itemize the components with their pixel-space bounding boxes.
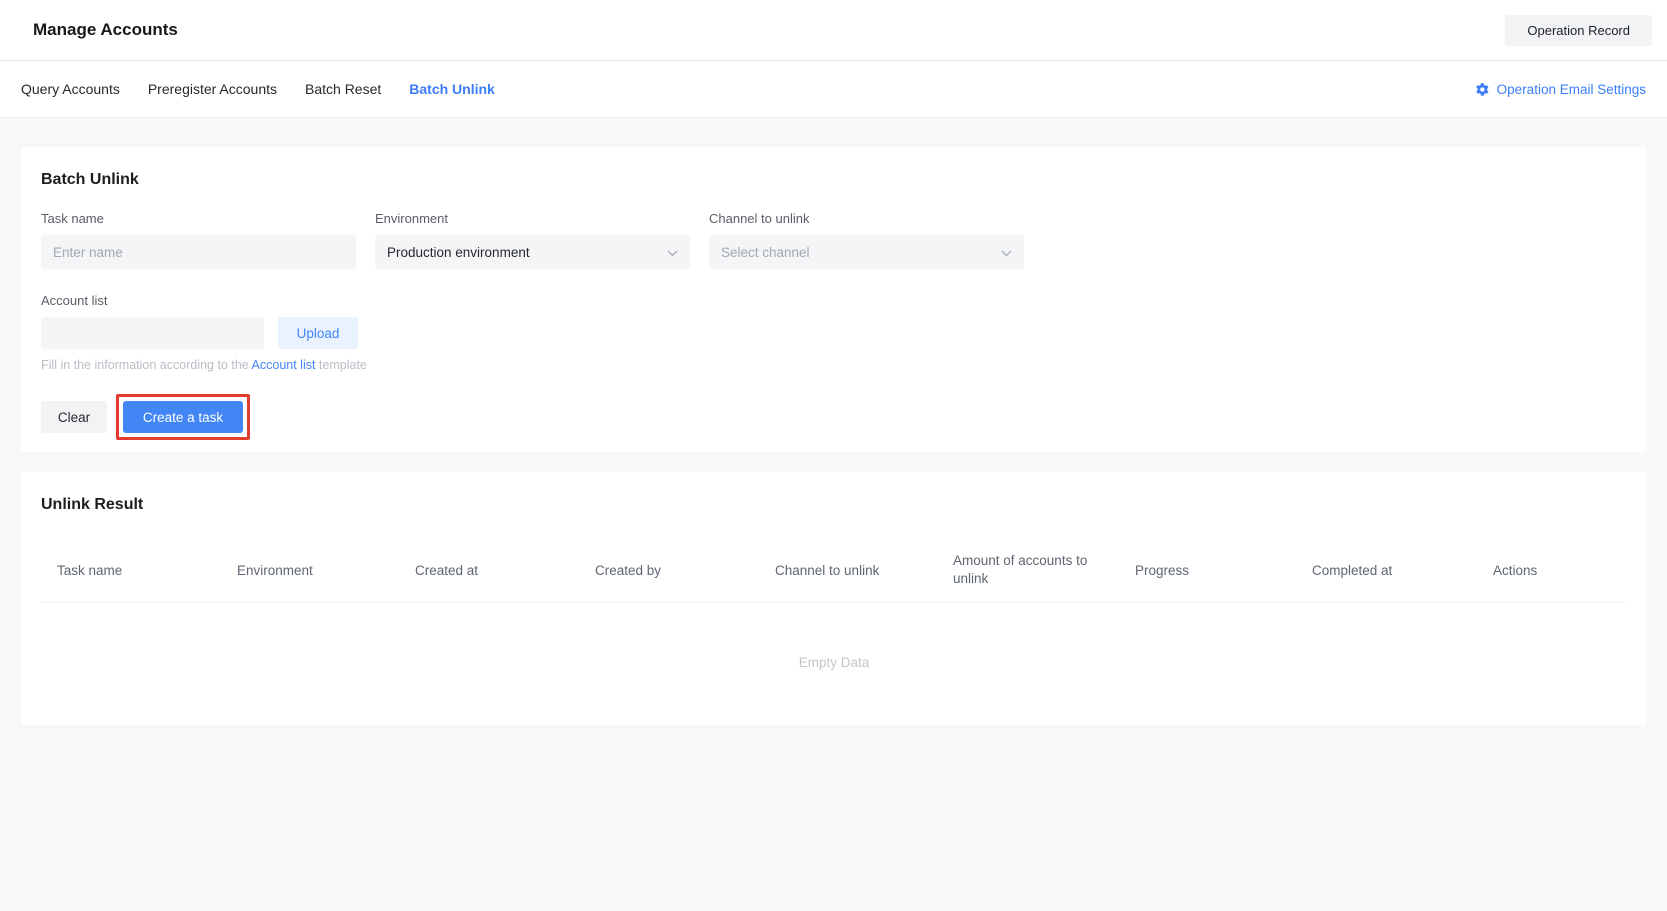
- operation-email-settings-label: Operation Email Settings: [1497, 82, 1646, 97]
- page-header: Manage Accounts Operation Record: [0, 0, 1667, 61]
- account-list-input[interactable]: [41, 317, 264, 349]
- column-header-task-name: Task name: [57, 538, 237, 602]
- account-list-row: Upload: [41, 317, 1627, 349]
- tab-query-accounts[interactable]: Query Accounts: [21, 81, 120, 97]
- gear-icon: [1475, 82, 1490, 97]
- channel-field-group: Channel to unlink Select channel: [709, 211, 1024, 269]
- account-list-label: Account list: [41, 293, 1627, 308]
- upload-button[interactable]: Upload: [278, 317, 358, 349]
- helper-suffix: template: [315, 358, 366, 372]
- column-header-amount-text: Amount of accounts to unlink: [953, 552, 1101, 588]
- tab-batch-reset[interactable]: Batch Reset: [305, 81, 381, 97]
- column-header-channel-to-unlink: Channel to unlink: [775, 538, 953, 602]
- environment-select[interactable]: Production environment: [375, 235, 690, 269]
- task-name-input[interactable]: [41, 235, 356, 269]
- helper-prefix: Fill in the information according to the: [41, 358, 252, 372]
- page-title: Manage Accounts: [33, 20, 178, 40]
- account-list-group: Account list Upload Fill in the informat…: [41, 293, 1627, 372]
- environment-field-group: Environment Production environment: [375, 211, 690, 269]
- batch-unlink-card: Batch Unlink Task name Environment Produ…: [21, 147, 1647, 452]
- column-header-environment: Environment: [237, 538, 415, 602]
- tab-list: Query Accounts Preregister Accounts Batc…: [21, 81, 495, 97]
- environment-selected-value: Production environment: [387, 245, 530, 260]
- form-actions-row: Clear Create a task: [41, 394, 1627, 440]
- tab-bar: Query Accounts Preregister Accounts Batc…: [0, 61, 1667, 118]
- clear-button[interactable]: Clear: [41, 401, 107, 433]
- column-header-actions: Actions: [1493, 538, 1627, 602]
- column-header-created-at: Created at: [415, 538, 595, 602]
- channel-label: Channel to unlink: [709, 211, 1024, 226]
- empty-state-text: Empty Data: [799, 655, 870, 670]
- unlink-result-title: Unlink Result: [41, 496, 1627, 514]
- operation-record-button[interactable]: Operation Record: [1505, 15, 1652, 46]
- batch-unlink-title: Batch Unlink: [41, 171, 1627, 189]
- task-name-field-group: Task name: [41, 211, 356, 269]
- annotation-highlight-box: Create a task: [116, 394, 250, 440]
- create-task-button[interactable]: Create a task: [123, 401, 243, 433]
- column-header-progress: Progress: [1135, 538, 1312, 602]
- empty-state: Empty Data: [41, 603, 1627, 721]
- channel-select[interactable]: Select channel: [709, 235, 1024, 269]
- account-list-helper-text: Fill in the information according to the…: [41, 358, 1627, 372]
- result-table-header: Task name Environment Created at Created…: [41, 538, 1627, 603]
- column-header-completed-at: Completed at: [1312, 538, 1493, 602]
- channel-placeholder: Select channel: [721, 245, 810, 260]
- environment-label: Environment: [375, 211, 690, 226]
- tab-preregister-accounts[interactable]: Preregister Accounts: [148, 81, 277, 97]
- column-header-amount-of-accounts: Amount of accounts to unlink: [953, 538, 1135, 602]
- column-header-created-by: Created by: [595, 538, 775, 602]
- account-list-template-link[interactable]: Account list: [252, 358, 316, 372]
- chevron-down-icon: [667, 245, 678, 260]
- tab-batch-unlink[interactable]: Batch Unlink: [409, 81, 495, 97]
- operation-email-settings-link[interactable]: Operation Email Settings: [1475, 82, 1646, 97]
- task-name-label: Task name: [41, 211, 356, 226]
- form-row: Task name Environment Production environ…: [41, 211, 1627, 269]
- unlink-result-card: Unlink Result Task name Environment Crea…: [21, 472, 1647, 725]
- chevron-down-icon: [1001, 245, 1012, 260]
